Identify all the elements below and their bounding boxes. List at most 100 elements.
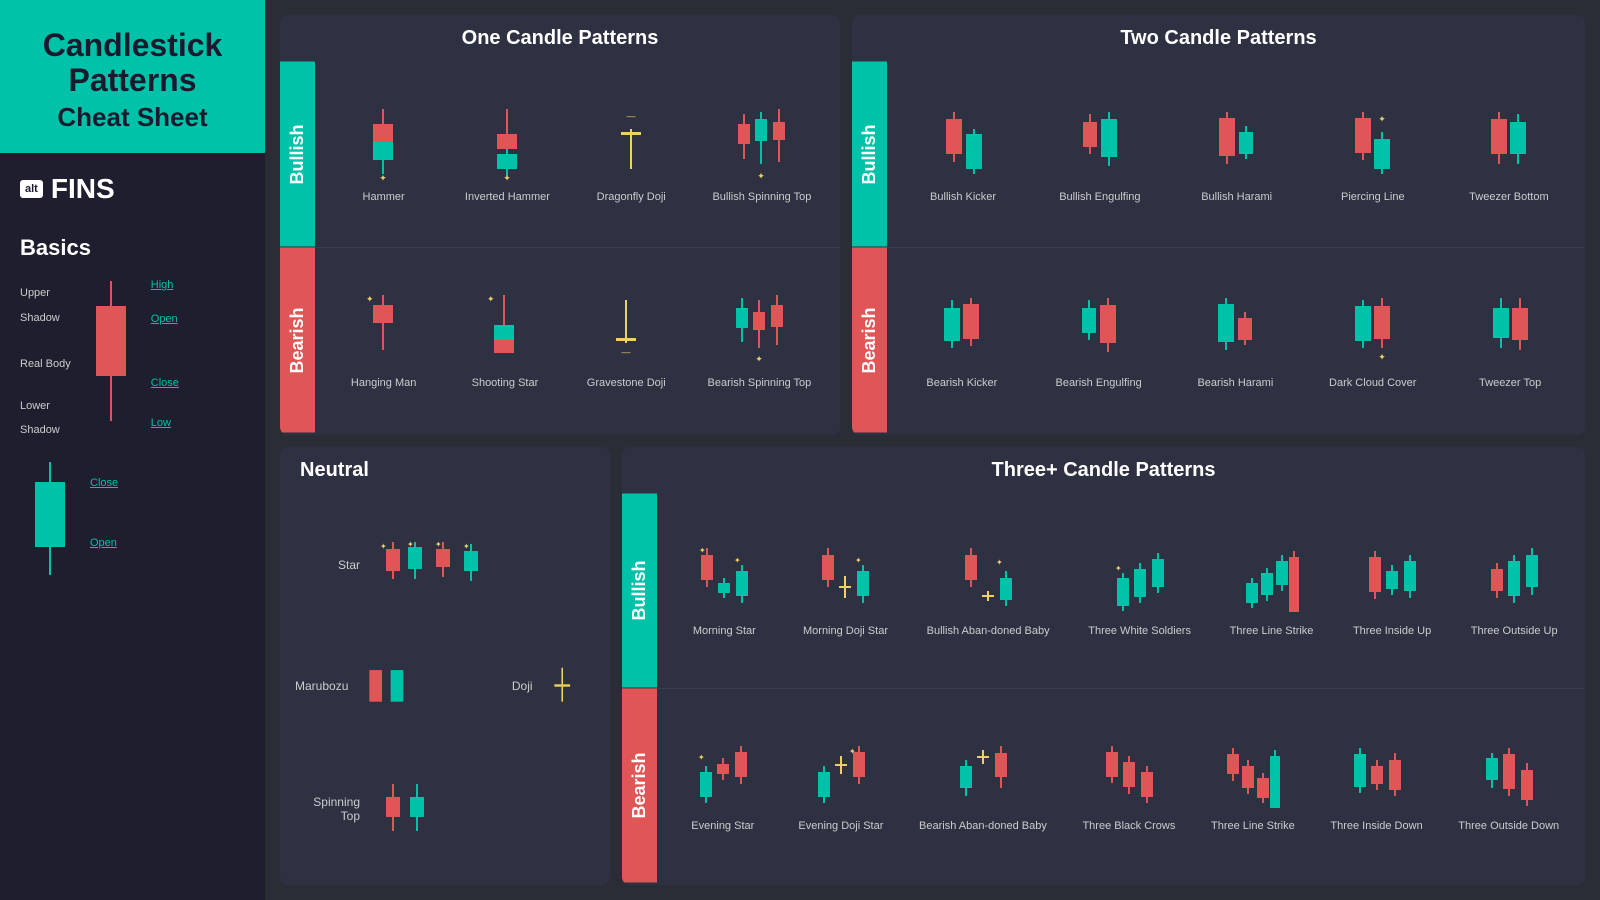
evening-star-label: Evening Star	[691, 819, 754, 833]
piercing-line-label: Piercing Line	[1341, 190, 1405, 204]
svg-text:—: —	[626, 111, 635, 121]
shooting-star-label: Shooting Star	[472, 376, 539, 390]
three-candle-bullish: Bullish ✦	[622, 494, 1585, 689]
pattern-evening-doji-star: ✦ Evening Doji Star	[798, 738, 883, 833]
basics-bull-candle	[20, 457, 80, 587]
pattern-bullish-abandoned-baby: ✦ Bullish Aban-doned Baby	[927, 543, 1050, 638]
one-candle-bearish-patterns: ✦ Hanging Man	[315, 248, 840, 433]
pattern-piercing-line: ✦ Piercing Line	[1333, 104, 1413, 204]
three-inside-down-label: Three Inside Down	[1330, 819, 1422, 833]
logo: alt FINS	[0, 153, 265, 225]
three-line-strike-bull-label: Three Line Strike	[1230, 624, 1314, 638]
bearish-engulfing-candle	[1071, 290, 1126, 370]
bearish-abandoned-baby-label: Bearish Aban-doned Baby	[919, 819, 1047, 833]
sidebar: Candlestick Patterns Cheat Sheet alt FIN…	[0, 0, 265, 900]
two-candle-bearish-patterns: Bearish Kicker	[887, 248, 1585, 433]
three-line-strike-bear-label: Three Line Strike	[1211, 819, 1295, 833]
open-label: Open	[151, 313, 179, 325]
pattern-three-outside-up: Three Outside Up	[1471, 543, 1558, 638]
bullish-harami-candle	[1209, 104, 1264, 184]
three-white-soldiers-label: Three White Soldiers	[1088, 624, 1191, 638]
inverted-hammer-candle: ✦	[480, 104, 535, 184]
pattern-bearish-kicker: Bearish Kicker	[922, 290, 1002, 390]
svg-text:✦: ✦	[1115, 564, 1122, 573]
top-row: One Candle Patterns Bullish	[280, 15, 1585, 435]
pattern-tweezer-top: Tweezer Top	[1470, 290, 1550, 390]
svg-text:✦: ✦	[435, 540, 442, 549]
morning-doji-star-label: Morning Doji Star	[803, 624, 888, 638]
spinning-top-candles	[375, 779, 505, 839]
pattern-bearish-engulfing: Bearish Engulfing	[1055, 290, 1141, 390]
three-line-strike-bull-candle	[1242, 543, 1302, 618]
bearish-spinning-top-candle: ✦	[727, 290, 792, 370]
dragonfly-doji-candle: —	[604, 104, 659, 184]
bullish-spinning-top-candle: ✦	[729, 104, 794, 184]
pattern-inverted-hammer: ✦ Inverted Hammer	[465, 104, 550, 204]
svg-text:✦: ✦	[1378, 352, 1386, 362]
svg-text:✦: ✦	[379, 173, 387, 183]
svg-text:✦: ✦	[1379, 114, 1387, 124]
doji-label: Doji	[481, 679, 532, 693]
svg-text:✦: ✦	[503, 173, 511, 183]
three-black-crows-label: Three Black Crows	[1082, 819, 1175, 833]
hammer-label: Hammer	[363, 190, 405, 204]
three-candle-bullish-patterns: ✦ ✦	[657, 494, 1585, 688]
evening-star-candle: ✦	[693, 738, 753, 813]
neutral-content: Star ✦ ✦ ✦ ✦	[280, 494, 610, 882]
pattern-dragonfly-doji: — Dragonfly Doji	[591, 104, 671, 204]
two-candle-bullish: Bullish	[852, 62, 1585, 248]
basics-title: Basics	[20, 235, 245, 261]
open-label2: Open	[90, 537, 118, 549]
svg-text:✦: ✦	[698, 753, 705, 762]
neutral-star: Star ✦ ✦ ✦ ✦	[295, 537, 595, 592]
svg-text:✦: ✦	[366, 294, 374, 304]
three-candle-halves: Bullish ✦	[622, 494, 1585, 882]
three-outside-down-candle	[1479, 738, 1539, 813]
basics-section: Basics UpperShadow Real Body LowerShadow…	[0, 225, 265, 597]
close-label: Close	[151, 377, 179, 389]
one-candle-panel: One Candle Patterns Bullish	[280, 15, 840, 435]
two-candle-section: Bullish	[852, 62, 1585, 432]
morning-doji-star-candle: ✦	[815, 543, 875, 618]
bearish-spinning-top-label: Bearish Spinning Top	[708, 376, 812, 390]
three-inside-up-label: Three Inside Up	[1353, 624, 1431, 638]
bearish-kicker-label: Bearish Kicker	[926, 376, 997, 390]
doji-candle	[548, 658, 595, 713]
three-outside-up-label: Three Outside Up	[1471, 624, 1558, 638]
one-candle-bullish-patterns: ✦ Hammer	[315, 62, 840, 247]
gravestone-doji-label: Gravestone Doji	[587, 376, 666, 390]
pattern-gravestone-doji: — Gravestone Doji	[586, 290, 666, 390]
dragonfly-doji-label: Dragonfly Doji	[597, 190, 666, 204]
pattern-three-inside-down: Three Inside Down	[1330, 738, 1422, 833]
three-outside-down-label: Three Outside Down	[1458, 819, 1559, 833]
pattern-bullish-harami: Bullish Harami	[1197, 104, 1277, 204]
shooting-star-candle: ✦	[477, 290, 532, 370]
pattern-morning-doji-star: ✦ Morning Doji Star	[803, 543, 888, 638]
svg-text:✦: ✦	[487, 294, 495, 304]
pattern-three-black-crows: Three Black Crows	[1082, 738, 1175, 833]
evening-doji-star-label: Evening Doji Star	[798, 819, 883, 833]
one-candle-section: Bullish ✦ Ham	[280, 62, 840, 432]
logo-alt: alt	[20, 180, 43, 198]
two-candle-bullish-label: Bullish	[852, 62, 887, 247]
three-candle-bullish-label: Bullish	[622, 494, 657, 688]
two-candle-bearish: Bearish	[852, 248, 1585, 433]
pattern-dark-cloud-cover: ✦ Dark Cloud Cover	[1329, 290, 1416, 390]
bearish-kicker-candle	[934, 290, 989, 370]
pattern-morning-star: ✦ ✦	[684, 543, 764, 638]
close-label2: Close	[90, 477, 118, 489]
bullish-kicker-label: Bullish Kicker	[930, 190, 996, 204]
bullish-spinning-top-label: Bullish Spinning Top	[712, 190, 811, 204]
three-candle-bearish-label: Bearish	[622, 689, 657, 883]
marubozu-label: Marubozu	[295, 679, 348, 693]
three-black-crows-candle	[1099, 738, 1159, 813]
pattern-bearish-harami: Bearish Harami	[1195, 290, 1275, 390]
bullish-engulfing-label: Bullish Engulfing	[1059, 190, 1140, 204]
sidebar-title: Candlestick	[20, 28, 245, 63]
two-candle-bearish-label: Bearish	[852, 248, 887, 433]
tweezer-bottom-label: Tweezer Bottom	[1469, 190, 1548, 204]
two-candle-title: Two Candle Patterns	[852, 15, 1585, 62]
pattern-bullish-kicker: Bullish Kicker	[923, 104, 1003, 204]
one-candle-bearish: Bearish ✦ Hanging Man	[280, 248, 840, 433]
piercing-line-candle: ✦	[1345, 104, 1400, 184]
